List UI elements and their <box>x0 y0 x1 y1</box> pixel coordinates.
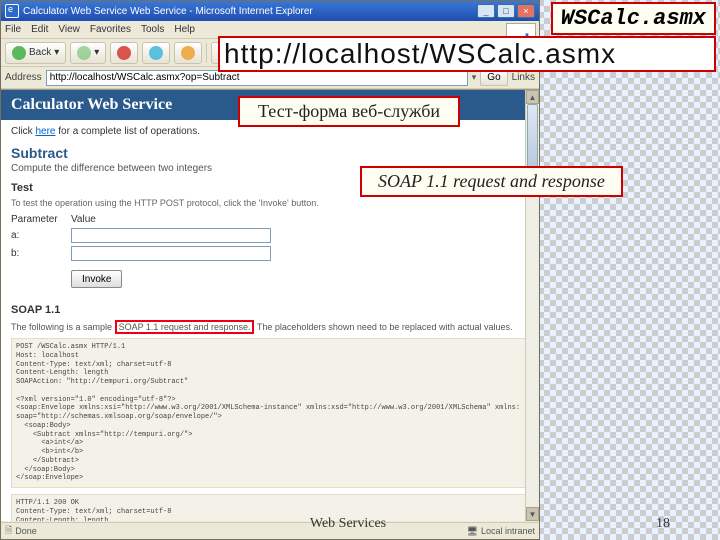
soap11-heading: SOAP 1.1 <box>11 304 529 316</box>
home-button[interactable] <box>174 42 202 64</box>
annotation-filename: WSCalc.asmx <box>551 2 716 35</box>
op-list-link[interactable]: here <box>35 126 55 137</box>
vertical-scrollbar[interactable]: ▲ ▼ <box>525 90 539 521</box>
test-note: To test the operation using the HTTP POS… <box>11 198 529 208</box>
soap-request-sample: POST /WSCalc.asmx HTTP/1.1 Host: localho… <box>11 338 529 488</box>
close-button[interactable]: × <box>517 4 535 18</box>
text: The placeholders shown need to be replac… <box>254 322 512 332</box>
param-label-b: b: <box>11 248 71 259</box>
text: The following is a sample <box>11 322 115 332</box>
chevron-down-icon[interactable]: ▾ <box>472 72 477 83</box>
param-input-a[interactable] <box>71 228 271 243</box>
page-content: Calculator Web Service Click here for a … <box>1 89 539 521</box>
annotation-url: http://localhost/WSCalc.asmx <box>218 36 716 72</box>
chevron-down-icon: ▾ <box>94 47 99 58</box>
param-row-a: a: <box>11 228 529 243</box>
menu-file[interactable]: File <box>5 24 21 35</box>
maximize-button[interactable]: □ <box>497 4 515 18</box>
scroll-thumb[interactable] <box>527 104 538 174</box>
param-input-b[interactable] <box>71 246 271 261</box>
soap11-description: The following is a sample SOAP 1.1 reque… <box>11 320 529 334</box>
slide-footer: Web Services 18 <box>0 516 720 534</box>
address-label: Address <box>5 72 42 83</box>
menu-edit[interactable]: Edit <box>31 24 48 35</box>
menu-favorites[interactable]: Favorites <box>90 24 131 35</box>
annotation-test-form: Тест-форма веб-служби <box>238 96 460 127</box>
stop-button[interactable] <box>110 42 138 64</box>
invoke-button[interactable]: Invoke <box>71 270 122 288</box>
forward-icon <box>77 46 91 60</box>
menu-view[interactable]: View <box>58 24 80 35</box>
operation-name: Subtract <box>11 145 529 161</box>
scroll-track[interactable] <box>526 104 539 507</box>
titlebar[interactable]: Calculator Web Service Web Service - Mic… <box>1 1 539 21</box>
soap-sample-highlight: SOAP 1.1 request and response. <box>115 320 255 334</box>
menu-help[interactable]: Help <box>174 24 195 35</box>
chevron-down-icon: ▾ <box>54 47 59 58</box>
value-header: Value <box>71 214 96 225</box>
go-label: Go <box>487 72 500 83</box>
param-header: Parameter <box>11 214 71 225</box>
links-label[interactable]: Links <box>512 72 535 83</box>
ie-app-icon <box>5 4 19 18</box>
annotation-soap: SOAP 1.1 request and response <box>360 166 623 197</box>
footer-label: Web Services <box>310 516 386 534</box>
window-title: Calculator Web Service Web Service - Mic… <box>23 6 477 17</box>
stop-icon <box>117 46 131 60</box>
slide-number: 18 <box>656 516 670 534</box>
op-list-link-row: Click here for a complete list of operat… <box>11 126 529 137</box>
back-label: Back <box>29 47 51 58</box>
scroll-up-button[interactable]: ▲ <box>526 90 539 104</box>
ie-window: Calculator Web Service Web Service - Mic… <box>0 0 540 540</box>
back-icon <box>12 46 26 60</box>
text: for a complete list of operations. <box>55 126 200 137</box>
menu-tools[interactable]: Tools <box>141 24 164 35</box>
refresh-icon <box>149 46 163 60</box>
text: Click <box>11 126 35 137</box>
minimize-button[interactable]: _ <box>477 4 495 18</box>
slide-background <box>520 0 720 540</box>
param-row-b: b: <box>11 246 529 261</box>
back-button[interactable]: Back▾ <box>5 42 66 64</box>
home-icon <box>181 46 195 60</box>
refresh-button[interactable] <box>142 42 170 64</box>
param-header-row: Parameter Value <box>11 214 529 225</box>
forward-button[interactable]: ▾ <box>70 42 106 64</box>
param-label-a: a: <box>11 230 71 241</box>
